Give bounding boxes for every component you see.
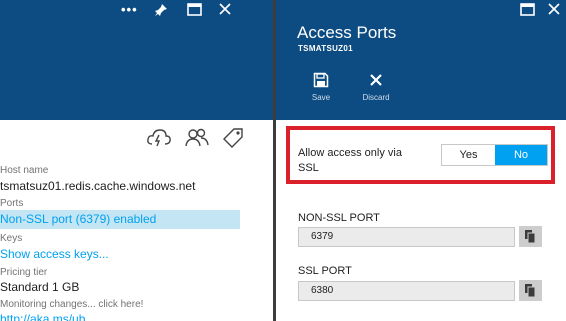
host-name-value: tsmatsuz01.redis.cache.windows.net: [0, 179, 196, 193]
pin-icon[interactable]: [154, 3, 168, 21]
ssl-only-label: Allow access only via SSL: [298, 147, 402, 174]
users-icon[interactable]: [184, 127, 209, 149]
show-access-keys-link[interactable]: Show access keys...: [0, 247, 109, 261]
ssl-port-field[interactable]: 6380: [298, 281, 515, 301]
maximize-icon[interactable]: [187, 3, 202, 20]
non-ssl-port-field[interactable]: 6379: [298, 227, 515, 247]
ports-value[interactable]: Non-SSL port (6379) enabled: [0, 212, 156, 226]
close-icon[interactable]: [547, 2, 561, 20]
access-ports-header: Access Ports TSMATSUZ01 Save Discard: [276, 0, 566, 120]
access-ports-blade: Access Ports TSMATSUZ01 Save Discard All…: [276, 0, 566, 321]
resource-blade: ••• Host name tsmatsuz01.redis.cache.win…: [0, 0, 273, 321]
save-icon: [298, 72, 344, 88]
cloud-refresh-icon[interactable]: [146, 127, 171, 149]
host-name-label: Host name: [0, 165, 49, 176]
copy-non-ssl-port-button[interactable]: [519, 226, 542, 247]
ssl-port-label: SSL PORT: [298, 265, 352, 277]
save-button[interactable]: Save: [298, 72, 344, 108]
ssl-setting-callout: Allow access only via SSL Yes No: [286, 126, 555, 184]
copy-icon: [519, 230, 542, 251]
toggle-yes-option[interactable]: Yes: [442, 145, 495, 165]
monitoring-label: Monitoring changes... click here!: [0, 299, 144, 310]
keys-label: Keys: [0, 233, 23, 244]
ports-label: Ports: [0, 198, 24, 209]
tag-icon[interactable]: [221, 127, 245, 149]
discard-button[interactable]: Discard: [353, 72, 399, 108]
discard-icon: [353, 72, 399, 88]
ssl-only-toggle[interactable]: Yes No: [441, 144, 548, 166]
blade-title: Access Ports: [297, 23, 397, 42]
save-label: Save: [311, 93, 331, 102]
monitoring-link[interactable]: http://aka.ms/ub: [0, 312, 85, 321]
close-icon[interactable]: [218, 2, 232, 20]
maximize-icon[interactable]: [520, 3, 535, 20]
resource-blade-header: •••: [0, 0, 273, 120]
more-icon[interactable]: •••: [121, 3, 138, 16]
pricing-tier-label: Pricing tier: [0, 267, 48, 278]
toggle-no-option[interactable]: No: [495, 145, 547, 165]
discard-label: Discard: [362, 93, 390, 102]
copy-icon: [519, 284, 542, 305]
non-ssl-port-label: NON-SSL PORT: [298, 212, 380, 224]
pricing-tier-value: Standard 1 GB: [0, 280, 80, 294]
copy-ssl-port-button[interactable]: [519, 280, 542, 301]
blade-subtitle: TSMATSUZ01: [298, 44, 353, 53]
